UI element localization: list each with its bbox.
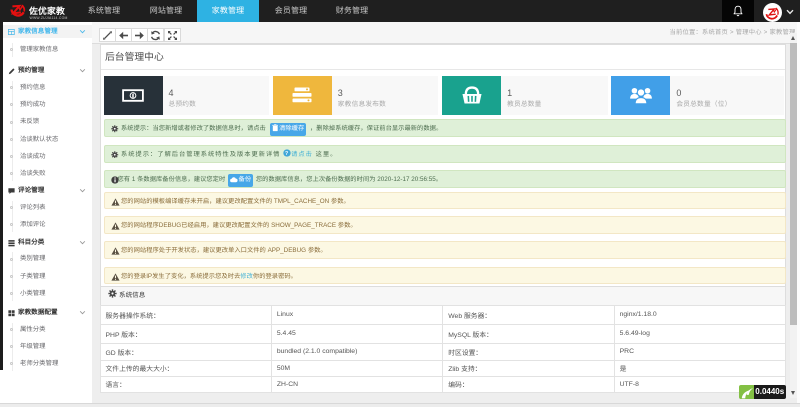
svg-text:?: ? — [285, 150, 289, 156]
